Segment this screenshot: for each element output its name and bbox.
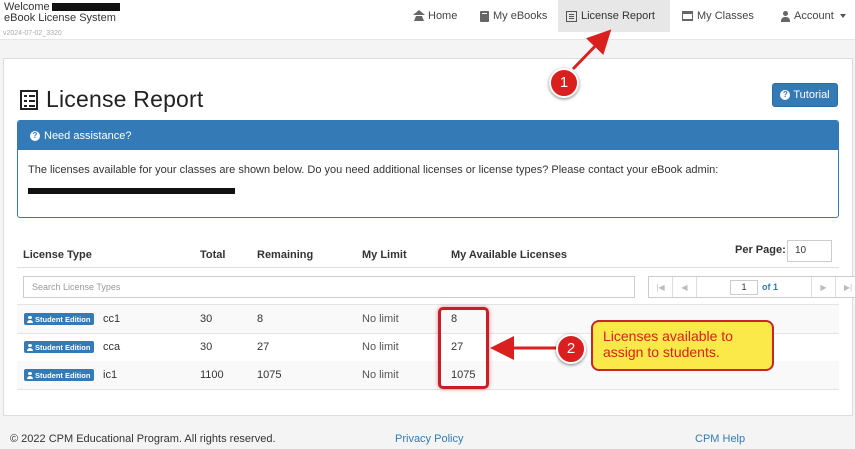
badge-label: Student Edition <box>35 370 91 380</box>
tutorial-button[interactable]: ? Tutorial <box>772 83 838 107</box>
license-badge: Student Edition <box>24 369 95 381</box>
system-name: eBook License System <box>4 12 116 24</box>
assistance-heading-bar: ? Need assistance? <box>18 121 838 150</box>
nav-my-classes[interactable]: My Classes <box>674 0 762 32</box>
remaining-value: 1075 <box>257 369 282 381</box>
list-icon <box>566 10 577 22</box>
total-value: 1100 <box>200 369 224 381</box>
brand: Welcome eBook License System <box>4 2 120 24</box>
chevron-down-icon <box>839 14 846 18</box>
per-page-input[interactable]: 10 <box>787 240 832 262</box>
column-header-remaining[interactable]: Remaining <box>257 249 313 261</box>
license-badge: Student Edition <box>24 313 95 325</box>
calendar-icon <box>682 11 693 21</box>
question-icon: ? <box>30 130 40 141</box>
nav-my-ebooks-label: My eBooks <box>493 10 548 22</box>
nav-home[interactable]: Home <box>406 0 465 32</box>
pagination: |◀ ◀ 1 of 1 ▶ ▶| <box>648 276 855 298</box>
license-name: cc1 <box>103 313 121 325</box>
redacted-admin-contact <box>28 188 235 194</box>
nav-license-report[interactable]: License Report <box>558 0 670 32</box>
first-page-button[interactable]: |◀ <box>649 277 673 297</box>
page-header: License Report <box>20 86 204 113</box>
version-label: v2024-07-02_3320 <box>3 30 62 37</box>
license-name: ic1 <box>103 369 118 381</box>
assistance-body: The licenses available for your classes … <box>18 150 838 197</box>
column-header-my-available[interactable]: My Available Licenses <box>451 249 567 261</box>
column-header-total[interactable]: Total <box>200 249 225 261</box>
tutorial-label: Tutorial <box>793 89 830 101</box>
user-icon <box>27 371 33 379</box>
redacted-username <box>51 3 120 12</box>
next-page-button[interactable]: ▶ <box>812 277 836 297</box>
license-badge: Student Edition <box>24 341 95 353</box>
assistance-message: The licenses available for your classes … <box>28 164 719 176</box>
list-icon <box>20 89 38 110</box>
available-licenses-highlight <box>438 307 489 389</box>
home-icon <box>413 9 425 21</box>
row-divider <box>17 389 839 390</box>
top-navbar: Welcome eBook License System v2024-07-02… <box>0 0 855 40</box>
limit-value: No limit <box>362 341 399 353</box>
search-input[interactable] <box>23 276 635 298</box>
per-page-label: Per Page: <box>735 244 786 256</box>
badge-label: Student Edition <box>35 314 91 324</box>
remaining-value: 27 <box>257 341 270 353</box>
page-number-input[interactable]: 1 <box>729 279 758 295</box>
header-divider <box>17 267 839 268</box>
nav-my-ebooks[interactable]: My eBooks <box>472 0 555 32</box>
assistance-panel: ? Need assistance? The licenses availabl… <box>17 120 839 218</box>
privacy-policy-link[interactable]: Privacy Policy <box>395 433 463 445</box>
total-value: 30 <box>200 341 213 353</box>
cpm-help-link[interactable]: CPM Help <box>695 433 745 445</box>
user-icon <box>27 315 33 323</box>
user-icon <box>780 10 790 22</box>
annotation-callout: Licenses available to assign to students… <box>591 320 774 371</box>
book-icon <box>480 10 489 22</box>
question-icon: ? <box>780 90 791 100</box>
limit-value: No limit <box>362 313 399 325</box>
page-of-label: of 1 <box>761 282 778 292</box>
nav-account[interactable]: Account <box>772 0 854 32</box>
assistance-heading: Need assistance? <box>44 129 132 142</box>
limit-value: No limit <box>362 369 399 381</box>
badge-label: Student Edition <box>35 342 91 352</box>
nav-home-label: Home <box>428 10 458 22</box>
nav-account-label: Account <box>794 10 834 22</box>
total-value: 30 <box>200 313 213 325</box>
user-icon <box>27 343 33 351</box>
license-name: cca <box>103 341 121 353</box>
footer-copyright: © 2022 CPM Educational Program. All righ… <box>10 433 276 445</box>
nav-license-report-label: License Report <box>581 10 655 22</box>
page-title: License Report <box>46 86 204 112</box>
prev-page-button[interactable]: ◀ <box>673 277 697 297</box>
last-page-button[interactable]: ▶| <box>836 277 855 297</box>
remaining-value: 8 <box>257 313 264 325</box>
annotation-marker-2: 2 <box>556 334 586 364</box>
annotation-marker-1: 1 <box>549 68 579 98</box>
page-indicator: 1 of 1 <box>697 277 812 297</box>
column-header-my-limit[interactable]: My Limit <box>362 249 407 261</box>
nav-my-classes-label: My Classes <box>697 10 754 22</box>
column-header-license-type[interactable]: License Type <box>23 249 92 261</box>
